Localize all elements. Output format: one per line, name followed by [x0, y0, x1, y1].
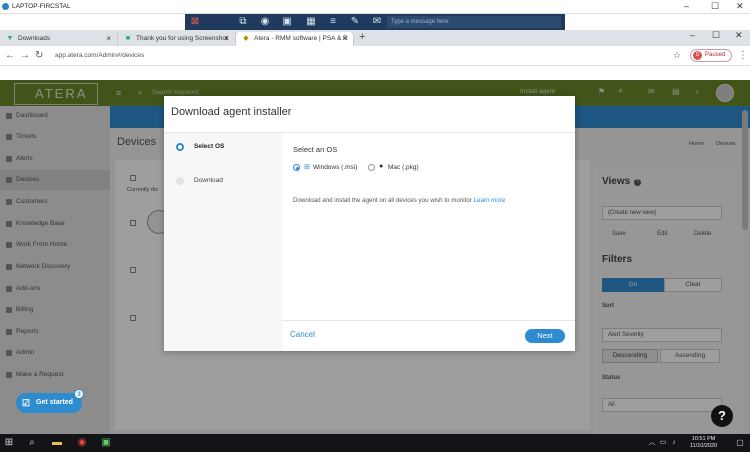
mac-option-label[interactable]: Mac (.pkg) [388, 164, 419, 171]
next-button[interactable]: Next [525, 329, 565, 343]
windows-option-label[interactable]: Windows (.msi) [313, 164, 357, 171]
message-icon[interactable]: ✉ [371, 16, 383, 28]
tab-label: Downloads [18, 35, 51, 42]
mac-radio[interactable] [368, 164, 375, 171]
maximize-icon[interactable]: ☐ [711, 1, 719, 12]
close-tab-icon[interactable]: × [106, 32, 111, 46]
get-started-button[interactable]: ☑ Get started 3 [16, 389, 84, 413]
description-text: Download and install the agent on all de… [293, 197, 472, 204]
remote-session-title: LAPTOP-FIRCSTAL [12, 3, 71, 10]
apps-icon[interactable]: ▦ [305, 16, 317, 28]
tab-screenshot[interactable]: ■ Thank you for using Screenshot × [118, 32, 236, 46]
get-started-badge: 3 [74, 389, 84, 399]
page-icon: ■ [125, 35, 131, 42]
remote-session-titlebar: LAPTOP-FIRCSTAL – ☐ ✕ [0, 0, 750, 14]
profile-button[interactable]: D Paused [690, 49, 732, 62]
notifications-icon[interactable]: ▢ [734, 437, 746, 449]
screen-share-icon[interactable]: ⧉ [237, 16, 249, 28]
apple-icon: ● [379, 163, 384, 170]
chrome-icon[interactable]: ◉ [76, 437, 88, 449]
help-button[interactable]: ? [711, 405, 733, 427]
new-tab-button[interactable]: + [359, 31, 365, 43]
browser-menu-icon[interactable]: ⋮ [738, 50, 748, 61]
maximize-icon[interactable]: ☐ [712, 30, 720, 41]
downloads-icon: ▼ [6, 35, 14, 42]
remote-toolbar: ⊠ ⧉ ◉ ▣ ▦ ≡ ✎ ✉ Type a message here [185, 14, 565, 30]
reload-icon[interactable]: ↻ [35, 50, 43, 61]
volume-icon[interactable]: ♪ [668, 437, 680, 449]
bookmark-star-icon[interactable]: ☆ [673, 50, 681, 61]
checklist-icon: ☑ [22, 398, 31, 408]
forward-icon[interactable]: → [20, 50, 30, 61]
close-tab-icon[interactable]: × [342, 32, 347, 46]
clock-date: 11/10/2020 [690, 443, 718, 449]
step-indicator [176, 177, 184, 185]
tab-downloads[interactable]: ▼ Downloads × [0, 32, 118, 46]
windows-icon: ⊞ [304, 164, 310, 171]
minimize-icon[interactable]: – [684, 1, 689, 11]
wizard-steps: Select OS Download [164, 132, 282, 351]
address-bar: ← → ↻ app.atera.com/Admin#/devices ☆ ⋮ [0, 46, 750, 66]
close-tab-icon[interactable]: × [224, 32, 229, 46]
download-agent-modal: Download agent installer Select OS Downl… [164, 96, 575, 351]
back-icon[interactable]: ← [5, 50, 15, 61]
chat-icon[interactable]: ✎ [349, 16, 361, 28]
search-icon[interactable]: ⌕ [26, 437, 38, 449]
close-icon[interactable]: ✕ [736, 1, 744, 12]
learn-more-link[interactable]: Learn more [474, 197, 506, 204]
system-clock[interactable]: 10:51 PM 11/10/2020 [690, 436, 717, 450]
browser-tab-strip: ▼ Downloads × ■ Thank you for using Scre… [0, 30, 750, 46]
modal-title: Download agent installer [171, 106, 292, 118]
section-title: Select an OS [293, 145, 338, 154]
clock-time: 10:51 PM [691, 436, 716, 442]
atera-favicon-icon: ◆ [243, 35, 249, 42]
wizard-body: Select an OS ⊞ Windows (.msi) ● Mac (.pk… [282, 132, 575, 351]
tab-label: Atera - RMM software | PSA & R [254, 35, 348, 42]
modal-footer: Cancel Next [282, 320, 575, 351]
settings-sliders-icon[interactable]: ≡ [327, 16, 339, 28]
step-select-os: Select OS [194, 143, 225, 150]
url-input[interactable]: app.atera.com/Admin#/devices [55, 50, 655, 62]
minimize-icon[interactable]: – [690, 30, 695, 40]
install-description: Download and install the agent on all de… [293, 197, 505, 204]
step-indicator-current [176, 143, 184, 151]
tab-label: Thank you for using Screenshot [136, 35, 228, 42]
select-area-icon[interactable]: ▣ [281, 16, 293, 28]
cancel-button[interactable]: Cancel [290, 330, 315, 339]
remote-desktop-icon [2, 3, 9, 10]
windows-taskbar: ⊞ ⌕ ▬ ◉ ▣ ︿ ▭ ♪ 10:51 PM 11/10/2020 ▢ [0, 434, 750, 452]
windows-start-icon[interactable]: ⊞ [3, 437, 15, 449]
file-explorer-icon[interactable]: ▬ [51, 437, 63, 449]
close-icon[interactable]: ✕ [735, 30, 743, 41]
step-download: Download [194, 177, 223, 184]
app-icon[interactable]: ▣ [100, 437, 112, 449]
get-started-label: Get started [36, 399, 73, 406]
avatar: D [693, 51, 702, 60]
disconnect-icon[interactable]: ⊠ [189, 16, 201, 28]
windows-radio[interactable] [293, 164, 300, 171]
profile-status: Paused [705, 52, 726, 58]
tab-atera[interactable]: ◆ Atera - RMM software | PSA & R × [236, 32, 354, 46]
view-icon[interactable]: ◉ [259, 16, 271, 28]
message-input[interactable]: Type a message here [387, 16, 561, 28]
